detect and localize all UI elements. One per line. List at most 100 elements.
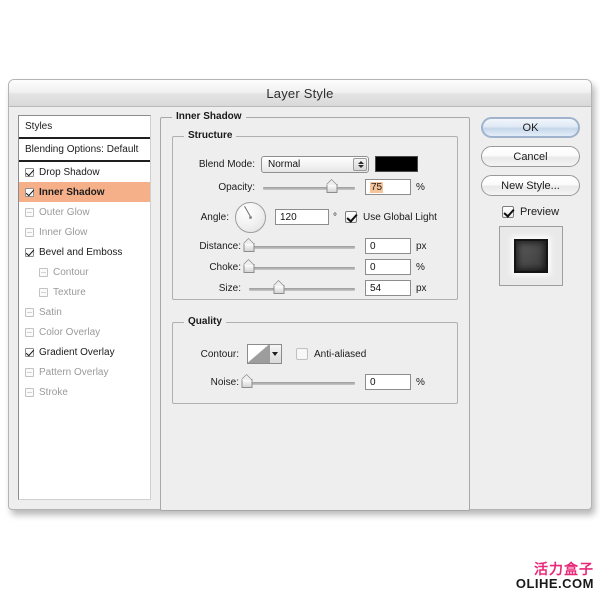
- checkbox-checked-icon[interactable]: [25, 247, 34, 257]
- opacity-slider-track: [263, 187, 355, 190]
- angle-unit: °: [333, 211, 337, 223]
- checkbox-unchecked-icon[interactable]: [25, 387, 34, 397]
- layer-style-dialog: Layer Style Styles Blending Options: Def…: [8, 79, 592, 511]
- checkbox-unchecked-icon[interactable]: [25, 367, 34, 377]
- structure-group: Structure Blend Mode: Normal Opacity: 75…: [172, 130, 458, 300]
- use-global-light-checkbox[interactable]: [345, 211, 357, 223]
- blend-mode-label: Blend Mode:: [198, 158, 255, 170]
- angle-label: Angle:: [200, 211, 229, 223]
- contour-row: Contour: Anti-aliased: [173, 343, 457, 365]
- effect-row[interactable]: Satin: [19, 302, 150, 322]
- choke-slider-thumb[interactable]: [243, 261, 255, 273]
- noise-slider[interactable]: [241, 375, 355, 389]
- anti-aliased-label: Anti-aliased: [314, 348, 367, 360]
- distance-unit: px: [416, 240, 427, 252]
- checkbox-checked-icon[interactable]: [25, 187, 34, 197]
- blend-mode-value: Normal: [268, 158, 301, 170]
- opacity-slider-thumb[interactable]: [326, 181, 338, 193]
- size-input[interactable]: 54: [365, 280, 411, 296]
- checkbox-unchecked-icon[interactable]: [25, 207, 34, 217]
- contour-preset-picker[interactable]: [247, 344, 282, 364]
- effect-row[interactable]: Outer Glow: [19, 202, 150, 222]
- size-row: Size: 54 px: [173, 279, 457, 297]
- angle-dial[interactable]: [235, 201, 266, 233]
- chevron-down-icon: [269, 345, 281, 363]
- preview-thumbnail: [498, 226, 563, 286]
- effect-row[interactable]: Gradient Overlay: [19, 342, 150, 362]
- size-slider-track: [249, 288, 355, 291]
- watermark: 活力盒子 OLIHE.COM: [516, 561, 594, 592]
- angle-row: Angle: 120 ° Use Global Light: [173, 200, 457, 234]
- effect-row[interactable]: Drop Shadow: [19, 162, 150, 182]
- dialog-titlebar[interactable]: Layer Style: [9, 80, 591, 107]
- checkbox-unchecked-icon[interactable]: [39, 287, 48, 297]
- effect-label: Color Overlay: [39, 326, 101, 338]
- checkbox-unchecked-icon[interactable]: [39, 267, 48, 277]
- effect-row[interactable]: Stroke: [19, 382, 150, 402]
- opacity-slider[interactable]: [263, 180, 355, 194]
- effect-row[interactable]: Texture: [19, 282, 150, 302]
- dialog-body: Styles Blending Options: Default Drop Sh…: [9, 107, 591, 511]
- contour-label: Contour:: [200, 348, 239, 360]
- opacity-row: Opacity: 75 %: [173, 178, 457, 196]
- effect-label: Satin: [39, 306, 62, 318]
- preview-label: Preview: [519, 206, 560, 218]
- choke-row: Choke: 0 %: [173, 258, 457, 276]
- size-slider[interactable]: [249, 281, 355, 295]
- preview-toggle-row: Preview: [501, 206, 560, 218]
- noise-slider-thumb[interactable]: [241, 376, 253, 388]
- effect-row[interactable]: Inner Shadow: [19, 182, 150, 202]
- effect-label: Inner Shadow: [39, 186, 105, 198]
- angle-dial-hub: [249, 215, 252, 219]
- quality-group-title: Quality: [184, 316, 226, 327]
- checkbox-unchecked-icon[interactable]: [25, 227, 34, 237]
- effect-label: Gradient Overlay: [39, 346, 115, 358]
- checkbox-checked-icon[interactable]: [25, 347, 34, 357]
- blending-options-row[interactable]: Blending Options: Default: [19, 139, 150, 162]
- blend-mode-row: Blend Mode: Normal: [173, 155, 457, 173]
- distance-input[interactable]: 0: [365, 238, 411, 254]
- effect-row[interactable]: Pattern Overlay: [19, 362, 150, 382]
- distance-slider-thumb[interactable]: [243, 240, 255, 252]
- distance-slider[interactable]: [243, 239, 355, 253]
- styles-panel: Styles Blending Options: Default Drop Sh…: [18, 115, 151, 500]
- angle-input[interactable]: 120: [275, 209, 329, 225]
- distance-label: Distance:: [199, 240, 241, 252]
- choke-input[interactable]: 0: [365, 259, 411, 275]
- effect-label: Texture: [53, 286, 86, 298]
- effect-row[interactable]: Bevel and Emboss: [19, 242, 150, 262]
- styles-header[interactable]: Styles: [19, 116, 150, 139]
- distance-row: Distance: 0 px: [173, 237, 457, 255]
- checkbox-checked-icon[interactable]: [25, 167, 34, 177]
- opacity-unit: %: [416, 181, 425, 193]
- screenshot-root: Layer Style Styles Blending Options: Def…: [0, 0, 600, 600]
- new-style-button[interactable]: New Style...: [481, 175, 580, 196]
- noise-row: Noise: 0 %: [173, 373, 457, 391]
- preview-checkbox[interactable]: [501, 206, 514, 218]
- effect-label: Pattern Overlay: [39, 366, 109, 378]
- size-slider-thumb[interactable]: [273, 282, 285, 294]
- blend-mode-select[interactable]: Normal: [261, 155, 369, 173]
- effect-label: Inner Glow: [39, 226, 88, 238]
- ok-button[interactable]: OK: [481, 117, 580, 138]
- dialog-title: Layer Style: [266, 85, 334, 101]
- angle-value: 120: [280, 211, 297, 223]
- styles-column: Styles Blending Options: Default Drop Sh…: [18, 115, 151, 500]
- preview-swatch: [513, 239, 548, 273]
- opacity-input[interactable]: 75: [365, 179, 411, 195]
- effect-row[interactable]: Color Overlay: [19, 322, 150, 342]
- checkbox-unchecked-icon[interactable]: [25, 327, 34, 337]
- quality-group: Quality Contour: Anti-aliased Noise: 0 %: [172, 316, 458, 404]
- effect-row[interactable]: Inner Glow: [19, 222, 150, 242]
- watermark-english: OLIHE.COM: [515, 576, 594, 592]
- shadow-color-swatch[interactable]: [375, 156, 418, 172]
- choke-slider[interactable]: [243, 260, 355, 274]
- cancel-button[interactable]: Cancel: [481, 146, 580, 167]
- effect-row[interactable]: Contour: [19, 262, 150, 282]
- size-unit: px: [416, 282, 427, 294]
- distance-value: 0: [370, 240, 376, 252]
- anti-aliased-checkbox[interactable]: [296, 348, 308, 360]
- noise-input[interactable]: 0: [365, 374, 411, 390]
- checkbox-unchecked-icon[interactable]: [25, 307, 34, 317]
- noise-unit: %: [416, 376, 425, 388]
